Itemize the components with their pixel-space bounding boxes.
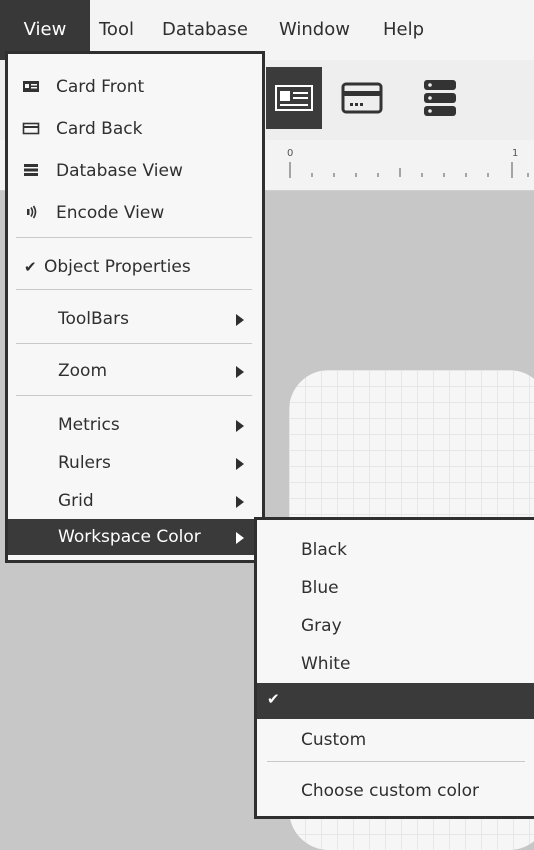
menu-item-database-view[interactable]: Database View [8,153,262,189]
menu-item-workspace-color[interactable]: Workspace Color [8,519,262,555]
menu-separator [16,395,252,396]
menu-item-label: Encode View [56,203,165,223]
submenu-arrow-icon [236,532,244,544]
submenu-arrow-icon [236,366,244,378]
menu-item-object-properties[interactable]: ✔ Object Properties [8,249,262,285]
menu-item-label: ToolBars [58,309,129,329]
menu-item-label: Database View [56,161,183,181]
card-back-icon [22,122,40,135]
menu-item-label: Workspace Color [58,527,201,547]
database-view-icon [424,80,456,116]
submenu-arrow-icon [236,314,244,326]
color-option-label: Gray [301,616,342,636]
color-option-selected[interactable]: ✔ [257,683,534,719]
submenu-arrow-icon [236,420,244,432]
database-view-button[interactable] [412,67,468,129]
card-front-view-icon [275,85,313,111]
color-option-label: White [301,654,351,674]
color-option-black[interactable]: Black [257,532,534,568]
menu-separator [16,289,252,290]
card-back-view-button[interactable] [334,67,390,129]
color-option-label: Blue [301,578,339,598]
check-icon: ✔ [24,258,37,276]
color-option-gray[interactable]: Gray [257,608,534,644]
card-back-view-icon [341,82,383,114]
submenu-arrow-icon [236,458,244,470]
menu-item-label: Object Properties [44,257,191,277]
encode-icon [27,205,37,219]
card-front-view-button[interactable] [266,67,322,129]
workspace-color-submenu: Black Blue Gray White ✔ Custom Choose cu… [254,517,534,819]
menu-item-rulers[interactable]: Rulers [8,445,262,481]
menu-item-zoom[interactable]: Zoom [8,353,262,389]
database-icon [24,164,38,176]
menu-item-encode-view[interactable]: Encode View [8,195,262,231]
menu-help[interactable]: Help [383,0,424,60]
color-option-blue[interactable]: Blue [257,570,534,606]
menu-separator [267,761,525,762]
view-menu-dropdown: Card Front Card Back Database View Encod… [5,51,265,563]
menu-item-label: Metrics [58,415,120,435]
color-option-label: Choose custom color [301,781,480,801]
menu-item-label: Card Front [56,77,145,97]
menu-separator [16,343,252,344]
submenu-arrow-icon [236,496,244,508]
menu-item-label: Grid [58,491,94,511]
menu-item-label: Rulers [58,453,111,473]
card-front-icon [23,81,39,92]
menu-item-card-front[interactable]: Card Front [8,69,262,105]
color-option-label: Custom [301,730,367,750]
choose-custom-color[interactable]: Choose custom color [257,773,534,809]
menu-item-grid[interactable]: Grid [8,483,262,519]
menu-item-toolbars[interactable]: ToolBars [8,301,262,337]
menu-item-label: Zoom [58,361,108,381]
menu-separator [16,237,252,238]
menu-item-card-back[interactable]: Card Back [8,111,262,147]
color-option-label: Black [301,540,347,560]
color-option-custom[interactable]: Custom [257,722,534,758]
menu-item-metrics[interactable]: Metrics [8,407,262,443]
menu-item-label: Card Back [56,119,143,139]
color-option-white[interactable]: White [257,646,534,682]
menu-window[interactable]: Window [279,0,350,60]
check-icon: ✔ [267,690,280,708]
